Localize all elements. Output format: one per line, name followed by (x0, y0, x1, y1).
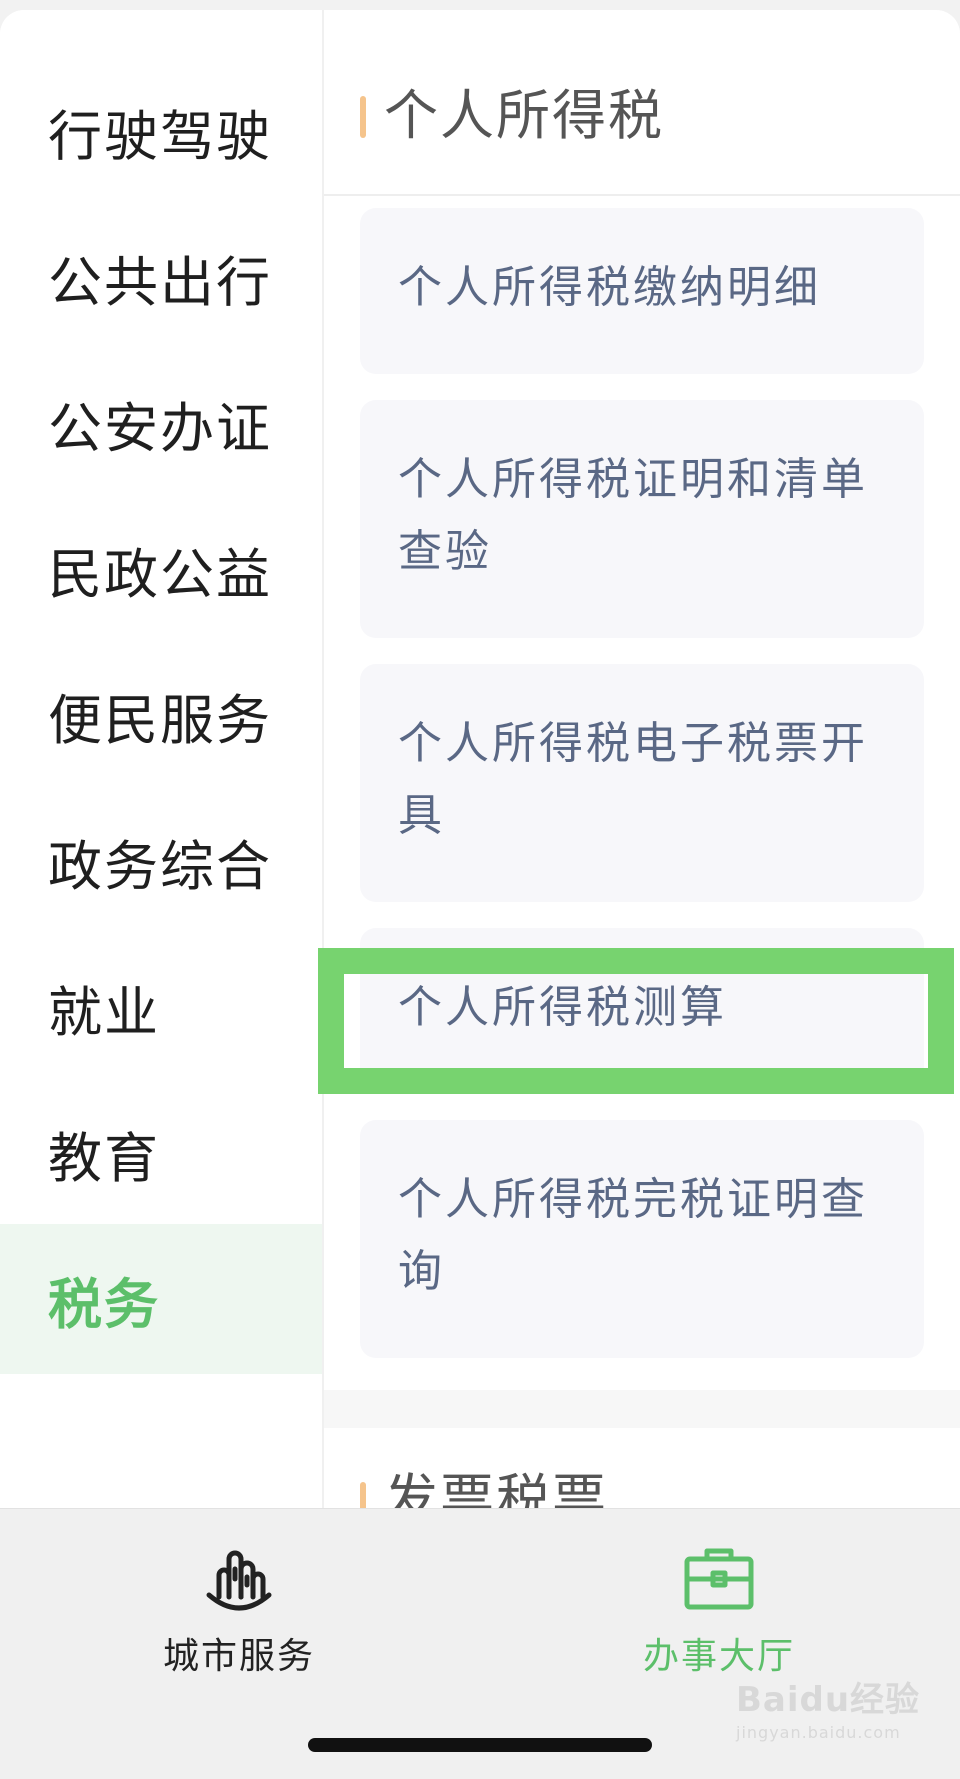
sidebar-item-tax[interactable]: 税务 (0, 1224, 322, 1374)
tab-service-hall[interactable]: 办事大厅 (599, 1539, 839, 1689)
sidebar-item-convenience-services[interactable]: 便民服务 (0, 640, 322, 790)
watermark-brand: Baidu经验 (736, 1680, 921, 1720)
service-panel: 个人所得税 个人所得税缴纳明细 个人所得税证明和清单查验 个人所得税电子税票开具… (324, 10, 960, 1508)
section-individual-income-tax: 个人所得税 个人所得税缴纳明细 个人所得税证明和清单查验 个人所得税电子税票开具… (324, 10, 960, 1390)
sidebar-item-employment[interactable]: 就业 (0, 932, 322, 1082)
content-card: 行驶驾驶 公共出行 公安办证 民政公益 便民服务 政务综合 就业 教育 税务 个… (0, 10, 960, 1508)
service-label: 个人所得税电子税票开具 (398, 718, 868, 841)
briefcase-icon (684, 1548, 754, 1610)
service-label: 个人所得税完税证明查询 (398, 1174, 868, 1297)
category-sidebar: 行驶驾驶 公共出行 公安办证 民政公益 便民服务 政务综合 就业 教育 税务 (0, 10, 324, 1508)
section-title: 个人所得税 (384, 84, 664, 147)
highlight-box (318, 948, 954, 1094)
service-tax-certificate-verification[interactable]: 个人所得税证明和清单查验 (360, 400, 924, 638)
city-buildings-icon (206, 1550, 272, 1611)
tab-label: 城市服务 (162, 1636, 315, 1677)
baidu-watermark: Baidu经验 jingyan.baidu.com (736, 1672, 936, 1752)
service-electronic-tax-receipt[interactable]: 个人所得税电子税票开具 (360, 664, 924, 902)
sidebar-item-driving[interactable]: 行驶驾驶 (0, 56, 322, 206)
tab-city-services[interactable]: 城市服务 (119, 1539, 359, 1689)
service-tax-payment-details[interactable]: 个人所得税缴纳明细 (360, 208, 924, 374)
service-label: 个人所得税缴纳明细 (398, 262, 821, 313)
sidebar-item-civil-affairs[interactable]: 民政公益 (0, 494, 322, 644)
watermark-url: jingyan.baidu.com (736, 1723, 901, 1742)
sidebar-item-education[interactable]: 教育 (0, 1078, 322, 1228)
service-tax-payment-proof-query[interactable]: 个人所得税完税证明查询 (360, 1120, 924, 1358)
sidebar-item-public-transport[interactable]: 公共出行 (0, 202, 322, 352)
screen: 行驶驾驶 公共出行 公安办证 民政公益 便民服务 政务综合 就业 教育 税务 个… (0, 0, 960, 1779)
home-indicator[interactable] (308, 1738, 652, 1752)
section-header: 个人所得税 (324, 10, 960, 196)
section-accent-bar (360, 1482, 366, 1508)
section-invoices: 发票税票 (324, 1428, 960, 1508)
service-label: 个人所得税证明和清单查验 (398, 454, 868, 577)
section-accent-bar (360, 96, 366, 138)
section-title: 发票税票 (384, 1468, 608, 1508)
sidebar-item-government-general[interactable]: 政务综合 (0, 786, 322, 936)
sidebar-item-police-certificates[interactable]: 公安办证 (0, 348, 322, 498)
